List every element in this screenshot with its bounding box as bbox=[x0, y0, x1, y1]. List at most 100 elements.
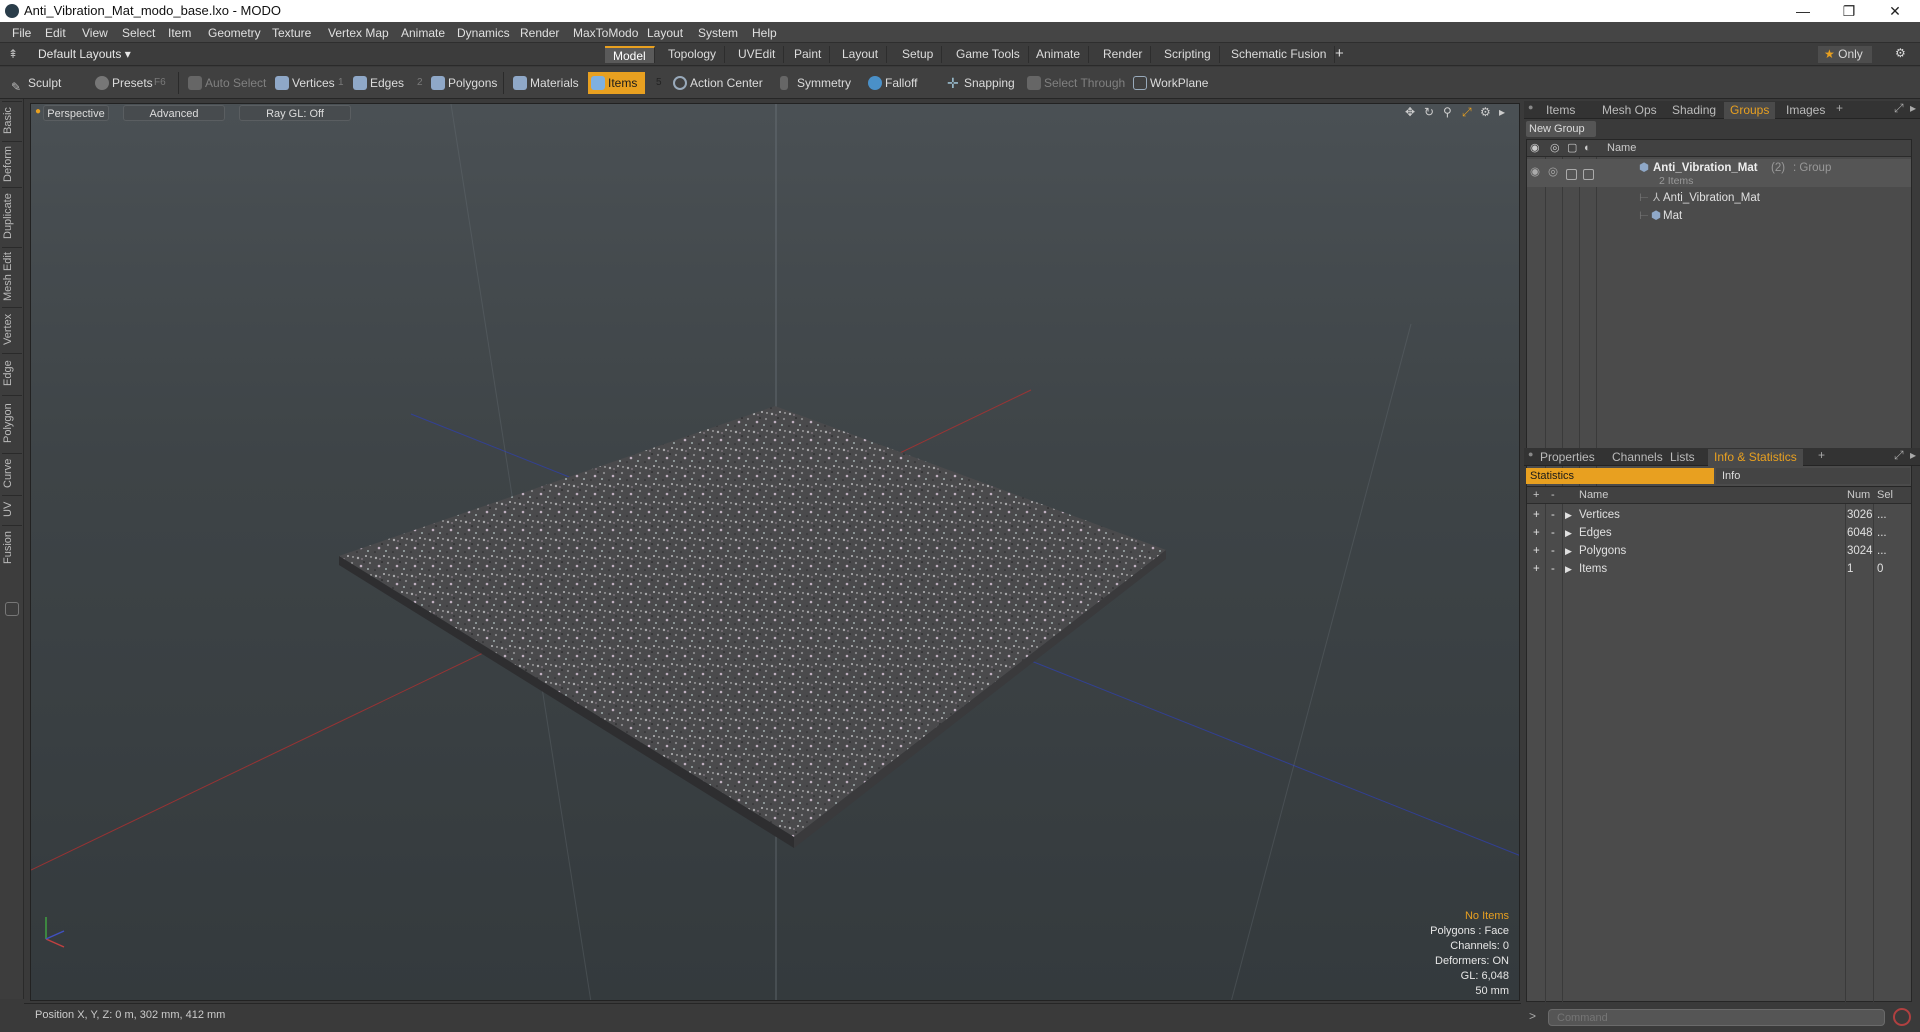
side-tab-basic[interactable]: Basic bbox=[2, 101, 22, 139]
side-tab-curve[interactable]: Curve bbox=[2, 453, 22, 493]
expand-icon[interactable]: + bbox=[1533, 542, 1540, 560]
side-tab-mesh-edit[interactable]: Mesh Edit bbox=[2, 247, 22, 305]
add-tab-button[interactable]: + bbox=[1836, 101, 1843, 115]
tab-info-statistics[interactable]: Info & Statistics bbox=[1708, 449, 1803, 466]
panel-arrow-icon[interactable]: ▸ bbox=[1910, 101, 1916, 115]
panel-arrow-icon[interactable]: ▸ bbox=[1910, 448, 1916, 462]
expand-all-icon[interactable]: + bbox=[1533, 487, 1539, 504]
maximize-button[interactable]: ❐ bbox=[1826, 0, 1872, 22]
menu-view[interactable]: View bbox=[82, 26, 108, 40]
select-icon[interactable]: ◐ bbox=[1584, 140, 1591, 157]
tab-items[interactable]: Items bbox=[1540, 102, 1581, 119]
menu-layout[interactable]: Layout bbox=[647, 26, 683, 40]
3d-viewport[interactable]: ● Perspective Advanced Ray GL: Off ✥ ↻ ⚲… bbox=[30, 103, 1520, 1001]
zoom-view-icon[interactable]: ⚲ bbox=[1443, 105, 1452, 119]
tab-render[interactable]: Render bbox=[1095, 46, 1152, 63]
name-column-header[interactable]: Name bbox=[1607, 140, 1636, 157]
items-button[interactable]: Items bbox=[588, 72, 646, 94]
action-center-button[interactable]: Action Center bbox=[670, 72, 763, 94]
presets-button[interactable]: Presets bbox=[92, 72, 153, 94]
advanced-dropdown[interactable]: Advanced bbox=[123, 105, 225, 121]
command-history-icon[interactable] bbox=[1893, 1008, 1911, 1026]
new-group-button[interactable]: New Group bbox=[1526, 121, 1596, 137]
tab-channels[interactable]: Channels bbox=[1606, 449, 1669, 466]
triangle-right-icon[interactable]: ▶ bbox=[1565, 506, 1572, 524]
side-tab-uv[interactable]: UV bbox=[2, 495, 22, 523]
menu-item[interactable]: Item bbox=[168, 26, 191, 40]
side-tab-polygon[interactable]: Polygon bbox=[2, 395, 22, 451]
tab-layout[interactable]: Layout bbox=[834, 46, 888, 63]
only-toggle[interactable]: ★ Only bbox=[1818, 46, 1872, 63]
falloff-button[interactable]: Falloff bbox=[865, 72, 917, 94]
eye-icon[interactable]: ◉ bbox=[1530, 140, 1540, 157]
menu-dynamics[interactable]: Dynamics bbox=[457, 26, 510, 40]
panel-menu-icon[interactable]: ● bbox=[1528, 449, 1533, 459]
name-column-header[interactable]: Name bbox=[1579, 487, 1608, 504]
sel-column-header[interactable]: Sel bbox=[1877, 487, 1893, 504]
fit-view-icon[interactable]: ⤢ bbox=[1462, 105, 1472, 120]
minimize-button[interactable]: — bbox=[1780, 0, 1826, 22]
tab-images[interactable]: Images bbox=[1780, 102, 1831, 119]
tab-game-tools[interactable]: Game Tools bbox=[948, 46, 1029, 63]
tab-lists[interactable]: Lists bbox=[1664, 449, 1701, 466]
render-icon[interactable]: ◎ bbox=[1548, 163, 1558, 181]
maximize-panel-icon[interactable]: ⤢ bbox=[1894, 101, 1904, 116]
move-view-icon[interactable]: ✥ bbox=[1405, 105, 1415, 119]
menu-maxtomodo[interactable]: MaxToModo bbox=[573, 26, 638, 40]
command-input[interactable] bbox=[1548, 1009, 1885, 1026]
menu-texture[interactable]: Texture bbox=[272, 26, 311, 40]
table-row[interactable]: + - ▶ Vertices 3026 ... bbox=[1527, 506, 1911, 524]
polygons-button[interactable]: Polygons bbox=[428, 72, 497, 94]
snapping-button[interactable]: ✛ Snapping bbox=[944, 72, 1015, 94]
num-column-header[interactable]: Num bbox=[1847, 487, 1870, 504]
side-tab-deform[interactable]: Deform bbox=[2, 141, 22, 185]
menu-edit[interactable]: Edit bbox=[45, 26, 66, 40]
materials-button[interactable]: Materials bbox=[510, 72, 579, 94]
side-tab-duplicate[interactable]: Duplicate bbox=[2, 187, 22, 245]
tab-model[interactable]: Model bbox=[605, 46, 655, 63]
viewport-settings-icon[interactable]: ⚙ bbox=[1480, 105, 1491, 119]
select-through-button[interactable]: Select Through bbox=[1024, 72, 1125, 94]
gear-icon[interactable]: ⚙ bbox=[1895, 46, 1906, 60]
raygl-dropdown[interactable]: Ray GL: Off bbox=[239, 105, 351, 121]
collapse-icon[interactable]: - bbox=[1551, 542, 1555, 560]
render-icon[interactable]: ◎ bbox=[1550, 140, 1560, 157]
menu-vertex-map[interactable]: Vertex Map bbox=[328, 26, 389, 40]
tab-animate[interactable]: Animate bbox=[1028, 46, 1090, 63]
eye-icon[interactable]: ◉ bbox=[1530, 163, 1540, 181]
collapse-icon[interactable]: - bbox=[1551, 560, 1555, 578]
tab-shading[interactable]: Shading bbox=[1666, 102, 1722, 119]
rotate-view-icon[interactable]: ↻ bbox=[1424, 105, 1434, 119]
lock-checkbox[interactable] bbox=[1566, 169, 1577, 180]
expand-arrow-icon[interactable]: ▸ bbox=[1499, 105, 1505, 119]
vertices-button[interactable]: Vertices bbox=[272, 72, 335, 94]
close-button[interactable]: ✕ bbox=[1872, 0, 1918, 22]
list-item[interactable]: ⊢ ⅄ Anti_Vibration_Mat bbox=[1527, 189, 1911, 207]
menu-animate[interactable]: Animate bbox=[401, 26, 445, 40]
table-row[interactable]: + - ▶ Edges 6048 ... bbox=[1527, 524, 1911, 542]
table-row[interactable]: + - ▶ Items 1 0 bbox=[1527, 560, 1911, 578]
tab-uvedit[interactable]: UVEdit bbox=[730, 46, 785, 63]
workplane-button[interactable]: WorkPlane bbox=[1130, 72, 1208, 94]
auto-select-button[interactable]: Auto Select bbox=[185, 72, 266, 94]
menu-geometry[interactable]: Geometry bbox=[208, 26, 261, 40]
tab-properties[interactable]: Properties bbox=[1534, 449, 1601, 466]
select-checkbox[interactable] bbox=[1583, 169, 1594, 180]
expand-icon[interactable]: + bbox=[1533, 560, 1540, 578]
viewport-menu-icon[interactable]: ● bbox=[35, 106, 41, 117]
expand-icon[interactable]: + bbox=[1533, 524, 1540, 542]
collapse-icon[interactable]: - bbox=[1551, 506, 1555, 524]
tab-setup[interactable]: Setup bbox=[894, 46, 943, 63]
perspective-dropdown[interactable]: Perspective bbox=[43, 105, 109, 121]
tab-paint[interactable]: Paint bbox=[786, 46, 831, 63]
panel-menu-icon[interactable]: ● bbox=[1528, 102, 1533, 112]
tab-schematic-fusion[interactable]: Schematic Fusion bbox=[1223, 46, 1336, 63]
subtab-statistics[interactable]: Statistics bbox=[1526, 468, 1714, 484]
menu-select[interactable]: Select bbox=[122, 26, 155, 40]
layout-arrow-icon[interactable]: ⇞ bbox=[8, 47, 18, 61]
group-row[interactable]: ◉ ◎ ⬢ Anti_Vibration_Mat (2) : Group 2 I… bbox=[1527, 159, 1911, 187]
collapse-all-icon[interactable]: - bbox=[1551, 487, 1555, 504]
add-tab-button[interactable]: + bbox=[1335, 45, 1344, 62]
tab-groups[interactable]: Groups bbox=[1724, 102, 1776, 119]
tab-topology[interactable]: Topology bbox=[660, 46, 726, 63]
